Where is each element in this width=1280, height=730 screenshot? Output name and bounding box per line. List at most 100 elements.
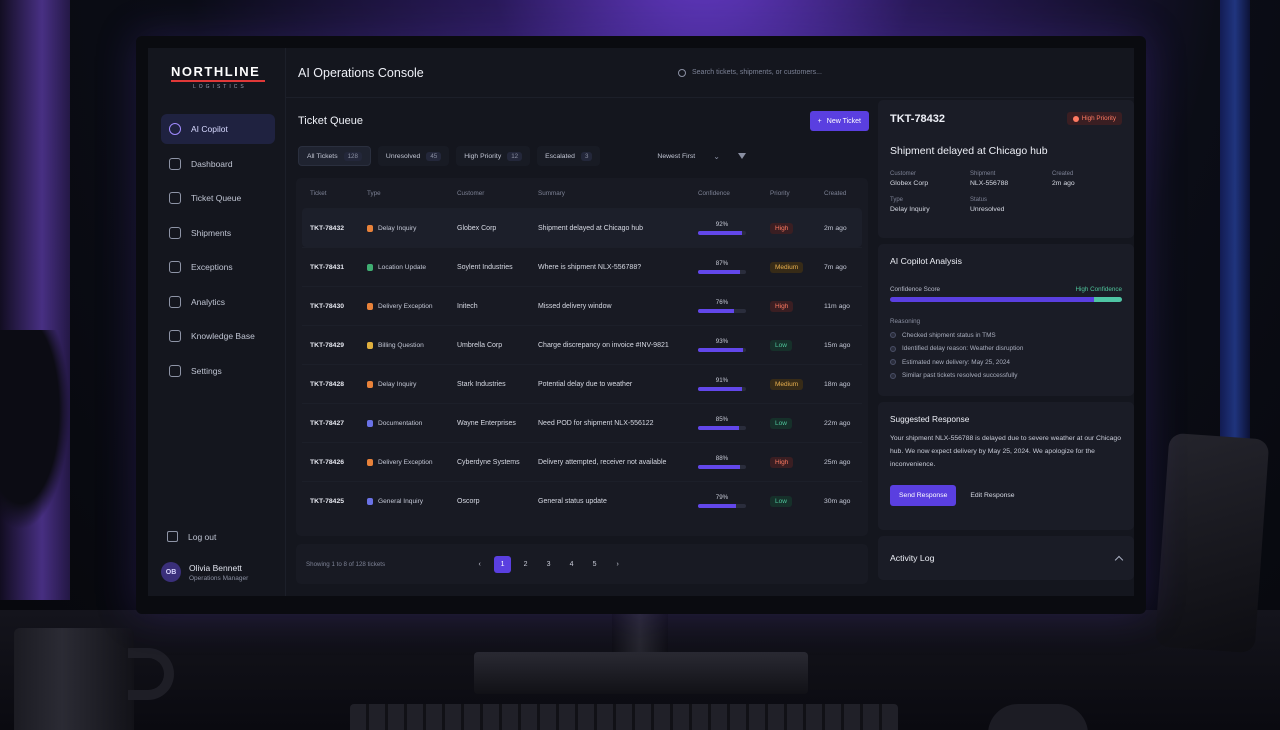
table-row[interactable]: TKT-78431 Location Update Soylent Industri… <box>302 247 862 286</box>
mouse <box>988 704 1088 730</box>
brand-subtitle: LOGISTICS <box>193 84 247 90</box>
confidence-value: 93% <box>715 338 729 346</box>
sidebar-item-ticket-queue[interactable]: Ticket Queue <box>161 183 275 213</box>
chevron-up-icon[interactable] <box>1114 555 1124 564</box>
filter-chip-escalated[interactable]: Escalated 3 <box>537 146 601 166</box>
chevron-right-icon[interactable]: › <box>609 556 626 573</box>
detail-field-value: Delay Inquiry <box>890 206 930 213</box>
sidebar-item-exceptions[interactable]: Exceptions <box>161 252 275 282</box>
priority-badge: High <box>770 300 794 312</box>
ticket-created: 25m ago <box>824 458 851 466</box>
table-row[interactable]: TKT-78429 Billing Question Umbrella Corp Ch… <box>302 325 862 364</box>
table-header: Ticket Type Customer Summary Confidence Prior… <box>302 178 862 208</box>
sidebar-item-ai-copilot[interactable]: AI Copilot <box>161 114 275 144</box>
detail-fields: Customer Globex Corp Shipment NLX-556788 Cre… <box>890 171 1122 213</box>
page-button[interactable]: 2 <box>517 556 534 573</box>
ticket-type-icon <box>367 419 373 427</box>
detail-field-label: Created <box>1052 171 1074 177</box>
brand-underline <box>171 80 265 82</box>
table-row[interactable]: TKT-78428 Delay Inquiry Stark Industries Po… <box>302 364 862 403</box>
confidence-meter: 92% <box>698 221 746 235</box>
ticket-type: Documentation <box>367 419 457 427</box>
ticket-type-label: Billing Question <box>378 341 424 349</box>
detail-ticket-id: TKT-78432 <box>890 112 946 125</box>
new-ticket-button[interactable]: + New Ticket <box>809 111 869 131</box>
sidebar-item-dashboard[interactable]: Dashboard <box>161 149 275 179</box>
confidence-bar <box>698 309 746 313</box>
confidence-value: 91% <box>715 377 729 385</box>
send-response-button[interactable]: Send Response <box>890 485 957 506</box>
column-header-type[interactable]: Type <box>367 190 457 197</box>
priority-dot-icon <box>1072 115 1079 122</box>
detail-field-status: Status Unresolved <box>970 197 1052 213</box>
sidebar-item-shipments[interactable]: Shipments <box>161 218 275 248</box>
page-button[interactable]: 4 <box>563 556 580 573</box>
sidebar-item-settings[interactable]: Settings <box>161 356 275 386</box>
column-header-created[interactable]: Created <box>824 190 864 197</box>
confidence-bar-fill <box>698 504 736 508</box>
avatar: OB <box>161 562 181 582</box>
table-row[interactable]: TKT-78425 General Inquiry Oscorp General st… <box>302 481 862 520</box>
user-profile[interactable]: OB Olivia Bennett Operations Manager <box>161 562 275 582</box>
status-badge-label: High Priority <box>1081 115 1116 122</box>
filter-chip-unresolved[interactable]: Unresolved 45 <box>377 146 450 166</box>
edit-response-button[interactable]: Edit Response <box>970 492 1014 499</box>
monitor-stand-base <box>474 652 808 694</box>
priority-badge: Low <box>770 339 792 351</box>
table-row[interactable]: TKT-78427 Documentation Wayne Enterprises N… <box>302 403 862 442</box>
table-row[interactable]: TKT-78432 Delay Inquiry Globex Corp Shipmen… <box>302 208 862 247</box>
filter-chip-label: All Tickets <box>307 152 338 160</box>
ticket-type: Delay Inquiry <box>367 380 457 388</box>
queue-header: Ticket Queue + New Ticket <box>296 100 869 142</box>
page-button[interactable]: 1 <box>494 555 512 573</box>
ticket-type: Delivery Exception <box>367 458 457 466</box>
sidebar-item-analytics[interactable]: Analytics <box>161 287 275 317</box>
priority-badge: High <box>770 456 794 468</box>
page-button[interactable]: 3 <box>540 556 557 573</box>
confidence-score-label: Confidence Score <box>890 286 941 293</box>
activity-log-card[interactable]: Activity Log <box>878 536 1134 580</box>
chevron-left-icon[interactable]: ‹ <box>471 556 488 573</box>
search-input[interactable]: Search tickets, shipments, or customers.… <box>678 68 822 77</box>
filter-bar: All Tickets 128 Unresolved 45 High Priority 1… <box>296 142 868 170</box>
book-icon <box>169 330 181 342</box>
confidence-bar-fill <box>698 426 739 430</box>
ticket-created: 11m ago <box>824 302 850 310</box>
confidence-meter: 93% <box>698 338 746 352</box>
priority-badge: Low <box>770 417 792 429</box>
ticket-created: 7m ago <box>824 263 847 271</box>
column-header-summary[interactable]: Summary <box>538 190 698 197</box>
sort-dropdown[interactable]: Newest First ⌄ <box>657 152 746 161</box>
ticket-id: TKT-78426 <box>310 458 345 466</box>
confidence-bar-fill <box>698 270 740 274</box>
logout-button[interactable]: Log out <box>161 531 275 542</box>
table-row[interactable]: TKT-78430 Delivery Exception Initech Missed… <box>302 286 862 325</box>
priority-cell: Low <box>770 417 824 429</box>
filter-chip-high-priority[interactable]: High Priority 12 <box>456 146 531 166</box>
column-header-confidence[interactable]: Confidence <box>698 190 770 197</box>
ticket-type: Location Update <box>367 263 457 271</box>
filter-icon[interactable] <box>737 152 746 160</box>
page-button[interactable]: 5 <box>586 556 603 573</box>
table-body: TKT-78432 Delay Inquiry Globex Corp Shipmen… <box>302 208 862 520</box>
column-header-ticket[interactable]: Ticket <box>310 190 367 197</box>
sidebar-item-label: Shipments <box>191 227 232 238</box>
column-header-priority[interactable]: Priority <box>770 190 824 197</box>
confidence-meter: 79% <box>698 494 746 508</box>
column-header-customer[interactable]: Customer <box>457 190 538 197</box>
main-area: AI Operations Console Search tickets, sh… <box>286 48 1134 596</box>
filter-chip-all-tickets[interactable]: All Tickets 128 <box>298 146 371 166</box>
ticket-type-label: Location Update <box>378 263 427 271</box>
search-placeholder: Search tickets, shipments, or customers.… <box>692 69 822 76</box>
sort-label: Newest First <box>657 152 696 160</box>
table-row[interactable]: TKT-78426 Delivery Exception Cyberdyne Sys… <box>302 442 862 481</box>
confidence-meter: 87% <box>698 260 746 274</box>
ticket-created: 22m ago <box>824 419 851 427</box>
priority-cell: High <box>770 456 824 468</box>
plant-silhouette <box>0 330 70 530</box>
sidebar-item-label: Knowledge Base <box>191 331 255 341</box>
ticket-type: Delivery Exception <box>367 302 457 310</box>
sidebar-item-knowledge-base[interactable]: Knowledge Base <box>161 321 275 351</box>
ticket-customer: Soylent Industries <box>457 263 513 271</box>
filter-chip-count: 45 <box>426 151 442 161</box>
